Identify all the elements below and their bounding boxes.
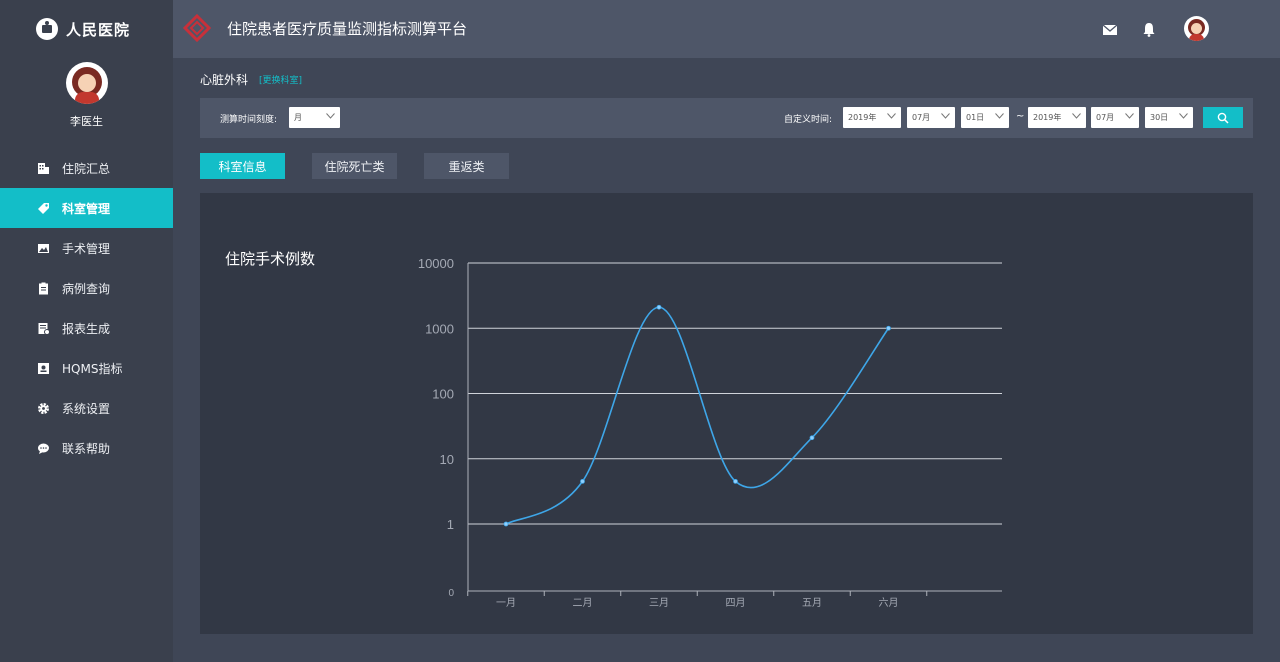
scale-select[interactable]: 月 [289,107,340,128]
y-tick-label: 0 [448,588,454,599]
sidebar-item-label: 系统设置 [62,401,111,416]
sidebar-item-label: 病例查询 [62,281,111,296]
sidebar-item-surgery[interactable]: 手术管理 [0,228,173,268]
line-chart: 0 1 10 100 1000 10000 一月 二月 三月 四月 五月 六月 [418,256,1002,609]
date-range-separator: ~ [1016,111,1025,122]
data-point [886,325,891,331]
mail-icon[interactable] [1103,25,1117,35]
platform-logo-icon [183,14,211,42]
chevron-down-icon [1125,113,1134,119]
y-tick-label: 1 [447,517,454,532]
data-point [733,478,738,484]
sidebar-item-hqms[interactable]: HQMS指标 [0,348,173,388]
chat-icon [37,442,50,455]
chevron-down-icon [941,113,950,119]
chevron-down-icon [995,113,1004,119]
search-icon [1217,112,1229,124]
brand-name: 人民医院 [66,20,131,39]
x-tick-label: 六月 [879,597,899,609]
x-tick-label: 一月 [496,597,516,609]
chevron-down-icon [887,113,896,119]
bell-icon[interactable] [1142,22,1156,37]
start-year-select[interactable]: 2019年 [843,107,901,128]
sidebar-item-settings[interactable]: 系统设置 [0,388,173,428]
custom-time-label: 自定义时间: [784,115,833,125]
top-header: 住院患者医疗质量监测指标测算平台 [173,0,1280,58]
chevron-down-icon [326,113,335,119]
report-icon [37,322,50,335]
sidebar-item-label: 住院汇总 [62,161,111,176]
sidebar: 人民医院 李医生 住院汇总 科室管理 手术管理 病例查询 报表生成 HQMS指标… [0,0,173,662]
user-profile: 李医生 [0,62,173,129]
sidebar-item-label: 科室管理 [62,201,111,216]
y-tick-label: 10000 [418,256,454,271]
brand[interactable]: 人民医院 [0,0,173,58]
sidebar-item-department[interactable]: 科室管理 [0,188,173,228]
tag-icon [37,202,50,215]
chevron-down-icon [1072,113,1081,119]
sidebar-item-report[interactable]: 报表生成 [0,308,173,348]
user-name: 李医生 [70,115,103,128]
x-tick-label: 二月 [573,597,593,609]
chevron-down-icon [1179,113,1188,119]
gear-icon [37,402,50,415]
sidebar-item-case-query[interactable]: 病例查询 [0,268,173,308]
avatar[interactable] [1184,16,1209,41]
hospital-logo-icon [36,18,58,40]
start-day-value: 01日 [966,113,985,122]
x-tick-label: 四月 [726,597,746,609]
end-year-select[interactable]: 2019年 [1028,107,1086,128]
change-department-link[interactable]: [更换科室] [259,73,302,86]
y-tick-label: 1000 [425,321,454,336]
end-day-value: 30日 [1150,113,1169,122]
data-point [809,435,815,441]
sidebar-item-inpatient-summary[interactable]: 住院汇总 [0,148,173,188]
end-month-select[interactable]: 07月 [1091,107,1139,128]
chart-panel: 住院手术例数 0 1 10 100 1000 10000 一月 二月 三月 四月 五月 六月 [200,193,1253,634]
avatar[interactable] [65,62,108,104]
end-year-value: 2019年 [1033,113,1062,122]
end-month-value: 07月 [1096,113,1115,122]
sidebar-nav: 住院汇总 科室管理 手术管理 病例查询 报表生成 HQMS指标 系统设置 联系帮… [0,148,173,468]
data-point [580,478,585,484]
start-day-select[interactable]: 01日 [961,107,1009,128]
start-year-value: 2019年 [848,113,877,122]
tab-readmission[interactable]: 重返类 [424,153,509,179]
y-tick-label: 10 [440,452,454,467]
tab-inpatient-death[interactable]: 住院死亡类 [312,153,397,179]
start-month-value: 07月 [912,113,931,122]
sidebar-item-label: 联系帮助 [62,441,111,456]
badge-icon [37,362,50,375]
clipboard-icon [37,282,50,295]
x-tick-label: 五月 [802,597,822,609]
search-button[interactable] [1203,107,1243,128]
y-tick-label: 100 [432,387,454,402]
filter-bar: 测算时间刻度: 月 自定义时间: 2019年 07月 01日 ~ 2019年 0… [200,98,1253,138]
page-title: 住院患者医疗质量监测指标测算平台 [227,20,468,38]
sidebar-item-help[interactable]: 联系帮助 [0,428,173,468]
start-month-select[interactable]: 07月 [907,107,955,128]
series-line [505,306,890,525]
scale-select-value: 月 [294,113,302,122]
end-day-select[interactable]: 30日 [1145,107,1193,128]
scale-label: 测算时间刻度: [220,115,278,125]
sidebar-item-label: HQMS指标 [62,361,123,376]
image-icon [37,242,50,255]
data-point [503,521,509,527]
data-point [656,304,662,310]
sidebar-item-label: 手术管理 [62,241,111,256]
department-name: 心脏外科 [200,73,249,87]
tab-department-info[interactable]: 科室信息 [200,153,285,179]
building-icon [37,162,50,175]
x-tick-label: 三月 [649,597,669,609]
sidebar-item-label: 报表生成 [62,321,111,336]
